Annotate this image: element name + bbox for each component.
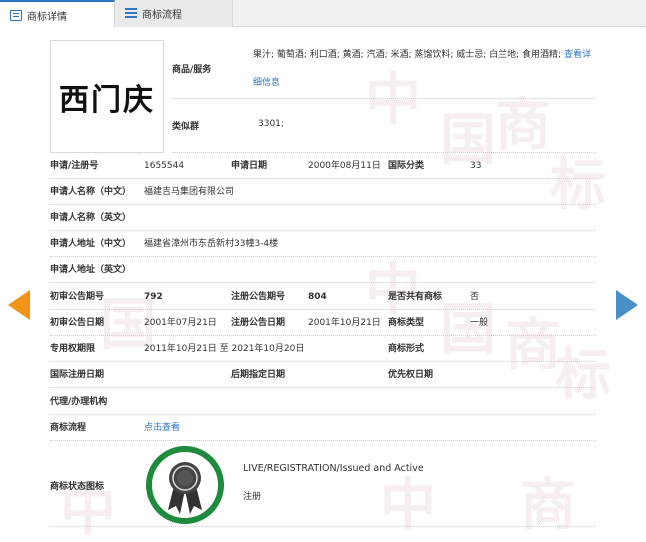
tab-trademark-flow[interactable]: 商标流程 — [115, 0, 233, 27]
field-label: 注册公告日期 — [231, 318, 286, 328]
field-label: 申请日期 — [231, 161, 268, 171]
status-cn: 注册 — [243, 492, 262, 502]
trademark-image: 西门庆 — [50, 40, 164, 153]
similar-group-value: 3301; — [258, 119, 284, 129]
field-value: 792 — [144, 292, 163, 302]
goods-label: 商品/服务 — [172, 65, 212, 75]
field-value: 否 — [470, 292, 480, 302]
detail-row: 商标流程 点击查看 — [50, 415, 596, 441]
view-details-link-cont[interactable]: 细信息 — [253, 75, 280, 88]
list-icon — [125, 8, 137, 19]
field-value: 2011年10月21日 至 2021年10月20日 — [144, 344, 305, 354]
field-label: 申请人名称（中文） — [50, 187, 132, 197]
field-value: 804 — [308, 292, 327, 302]
tab-label: 商标详情 — [27, 11, 67, 23]
document-icon — [10, 9, 22, 21]
field-label: 国际分类 — [388, 161, 425, 171]
field-value: 一般 — [470, 318, 489, 328]
field-label: 商标类型 — [388, 318, 425, 328]
detail-row: 申请/注册号 1655544 申请日期 2000年08月11日 国际分类 33 — [50, 153, 596, 179]
award-ribbon-icon — [168, 462, 202, 514]
field-value: 福建省漳州市东岳新村33幢3-4楼 — [144, 239, 279, 249]
field-label: 初审公告日期 — [50, 318, 105, 328]
detail-row: 代理/办理机构 — [50, 389, 596, 415]
goods-row: 商品/服务 果汁; 葡萄酒; 利口酒; 黄酒; 汽酒; 米酒; 蒸馏饮料; 威士… — [172, 40, 596, 99]
detail-row: 申请人名称（中文） 福建吉马集团有限公司 — [50, 179, 596, 205]
field-label: 代理/办理机构 — [50, 397, 108, 407]
status-en: LIVE/REGISTRATION/Issued and Active — [243, 463, 424, 474]
field-label: 专用权期限 — [50, 344, 96, 354]
prev-arrow-icon[interactable] — [8, 290, 30, 320]
detail-row: 初审公告日期 2001年07月21日 注册公告日期 2001年10月21日 商标… — [50, 310, 596, 336]
trademark-logo-text: 西门庆 — [59, 83, 155, 118]
goods-value: 果汁; 葡萄酒; 利口酒; 黄酒; 汽酒; 米酒; 蒸馏饮料; 威士忌; 白兰地… — [253, 47, 591, 60]
goods-text: 果汁; 葡萄酒; 利口酒; 黄酒; 汽酒; 米酒; 蒸馏饮料; 威士忌; 白兰地… — [253, 50, 562, 60]
field-label: 商标流程 — [50, 423, 87, 433]
detail-row: 申请人名称（英文） — [50, 205, 596, 231]
next-arrow-icon[interactable] — [616, 290, 638, 320]
tab-trademark-details[interactable]: 商标详情 — [0, 0, 115, 28]
field-label: 商标状态图标 — [50, 482, 105, 492]
field-label: 申请人地址（英文） — [50, 265, 132, 275]
field-label: 国际注册日期 — [50, 370, 105, 380]
field-value: 1655544 — [144, 161, 185, 171]
detail-row: 申请人地址（英文） — [50, 257, 596, 283]
tab-label: 商标流程 — [142, 10, 182, 21]
registered-badge-icon — [146, 446, 224, 524]
field-label: 申请/注册号 — [50, 161, 99, 171]
detail-row: 国际注册日期 后期指定日期 优先权日期 — [50, 362, 596, 388]
view-details-link[interactable]: 查看详 — [564, 50, 591, 60]
detail-row: 申请人地址（中文） 福建省漳州市东岳新村33幢3-4楼 — [50, 231, 596, 257]
field-label: 初审公告期号 — [50, 292, 105, 302]
field-value: 33 — [470, 161, 482, 171]
field-value: 福建吉马集团有限公司 — [144, 187, 235, 197]
field-label: 后期指定日期 — [231, 370, 286, 380]
field-value: 2001年07月21日 — [144, 318, 217, 328]
similar-group-label: 类似群 — [172, 122, 200, 132]
field-label: 优先权日期 — [388, 370, 434, 380]
field-value: 2001年10月21日 — [308, 318, 381, 328]
detail-row: 专用权期限 2011年10月21日 至 2021年10月20日 商标形式 — [50, 336, 596, 362]
field-label: 注册公告期号 — [231, 292, 286, 302]
tab-bar: 商标详情 商标流程 — [0, 0, 646, 28]
field-label: 申请人地址（中文） — [50, 239, 132, 249]
field-value: 2000年08月11日 — [308, 161, 381, 171]
field-label: 是否共有商标 — [388, 292, 443, 302]
field-label: 商标形式 — [388, 344, 425, 354]
similar-group-row: 类似群 3301; — [172, 99, 596, 153]
status-row: 商标状态图标 LIVE/REGISTRATION/Issued and Acti… — [50, 441, 596, 527]
field-label: 申请人名称（英文） — [50, 213, 132, 223]
view-flow-link[interactable]: 点击查看 — [144, 415, 180, 441]
detail-row: 初审公告期号 792 注册公告期号 804 是否共有商标 否 — [50, 284, 596, 310]
